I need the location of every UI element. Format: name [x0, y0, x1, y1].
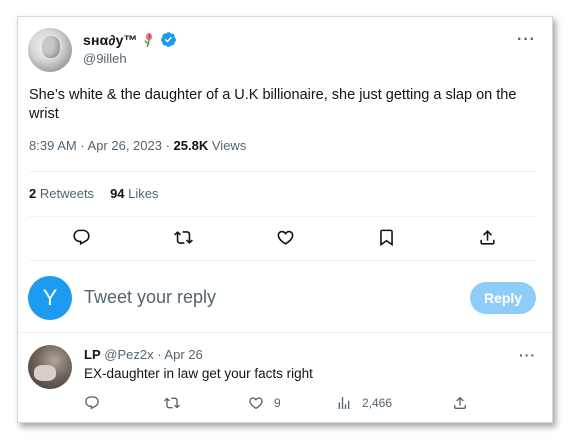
reply-views-button[interactable]: 2,466	[336, 395, 392, 411]
heart-icon[interactable]	[273, 225, 297, 249]
share-icon	[454, 396, 466, 409]
share-icon[interactable]	[475, 225, 499, 249]
reply-handle-date[interactable]: @Pez2x · Apr 26	[104, 347, 202, 362]
retweet-icon[interactable]	[171, 225, 195, 249]
author-name-row: ѕнα∂у™	[83, 31, 177, 48]
tweet-meta: 8:39 AM · Apr 26, 2023 · 25.8K Views	[29, 138, 246, 153]
reply-input[interactable]: Tweet your reply	[84, 287, 216, 308]
reply-retweet-button[interactable]	[164, 395, 180, 411]
reply-like-button[interactable]: 9	[248, 395, 281, 411]
bookmark-icon[interactable]	[374, 225, 398, 249]
divider	[29, 171, 536, 172]
author-handle[interactable]: @9illeh	[83, 51, 127, 66]
likes-count: 94	[110, 186, 125, 201]
reply-views-count: 2,466	[362, 396, 393, 410]
views-label: Views	[211, 138, 247, 153]
reply-author-avatar[interactable]	[28, 345, 72, 389]
author-display-name[interactable]: ѕнα∂у™	[83, 32, 138, 48]
reply-more-options-icon[interactable]: ···	[519, 347, 536, 363]
reply-button[interactable]: Reply	[470, 282, 536, 314]
divider	[29, 260, 536, 261]
reply-author-name[interactable]: LP	[84, 347, 101, 362]
reply-share-button[interactable]	[452, 395, 468, 411]
tweet-text: She’s white & the daughter of a U.K bill…	[29, 87, 517, 122]
heart-icon	[249, 397, 263, 410]
reply-reply-button[interactable]	[84, 395, 100, 411]
author-avatar[interactable]	[28, 28, 72, 72]
divider	[29, 216, 536, 217]
likes-label: Likes	[128, 186, 159, 201]
views-count: 25.8K	[173, 138, 209, 153]
divider	[18, 332, 552, 333]
reply-like-count: 9	[274, 396, 281, 410]
tweet-timestamp[interactable]: 8:39 AM · Apr 26, 2023 ·	[29, 138, 170, 153]
engagement-stats: 2 Retweets 94 Likes	[29, 186, 159, 201]
verified-badge-icon	[160, 31, 177, 48]
current-user-avatar: Y	[28, 276, 72, 320]
reply-text: EX-daughter in law get your facts right	[84, 366, 313, 381]
tweet-card: ѕнα∂у™ @9illeh ··· She’s white & the dau…	[17, 16, 553, 423]
retweet-icon	[164, 397, 180, 409]
reply-actions: 9 2,466	[84, 395, 484, 415]
tweet-actions	[29, 225, 536, 251]
more-options-icon[interactable]: ···	[517, 31, 536, 49]
retweets-label: Retweets	[39, 186, 95, 201]
likes-stat[interactable]: 94 Likes	[110, 186, 158, 201]
reply-header: LP @Pez2x · Apr 26	[84, 347, 203, 362]
reply-icon[interactable]	[69, 225, 93, 249]
retweets-count: 2	[29, 186, 37, 201]
retweets-stat[interactable]: 2 Retweets	[29, 186, 94, 201]
reply-icon	[85, 396, 99, 410]
analytics-icon	[338, 397, 350, 409]
rose-icon	[142, 32, 156, 48]
